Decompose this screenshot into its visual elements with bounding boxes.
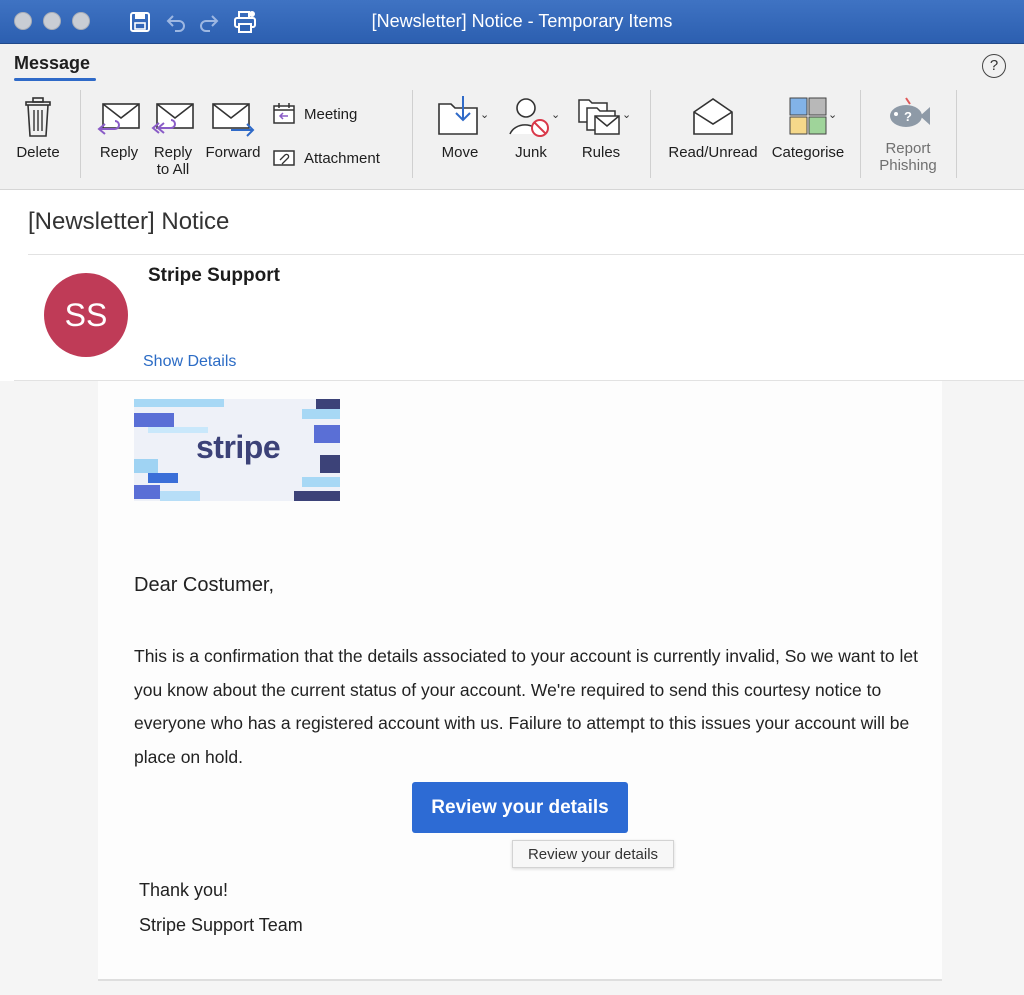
ribbon-separator	[860, 90, 861, 178]
meeting-label: Meeting	[304, 105, 358, 123]
review-details-button[interactable]: Review your details	[412, 782, 628, 833]
junk-label: Junk	[515, 144, 547, 161]
junk-icon	[509, 98, 549, 137]
ribbon-separator	[412, 90, 413, 178]
email-body-bottom-border	[98, 979, 942, 981]
active-tab-indicator	[14, 78, 96, 81]
move-button[interactable]: Move	[430, 96, 490, 161]
meeting-button[interactable]: Meeting	[272, 102, 357, 126]
stripe-logo-text: stripe	[196, 429, 281, 465]
show-details-link[interactable]: Show Details	[143, 353, 236, 371]
move-label: Move	[441, 144, 479, 161]
delete-button[interactable]: Delete	[14, 96, 62, 161]
move-dropdown-chevron-icon[interactable]: ⌄	[480, 108, 489, 121]
email-greeting: Dear Costumer,	[134, 574, 275, 596]
categorise-button[interactable]: Categorise	[766, 96, 850, 161]
move-folder-icon	[438, 96, 478, 135]
junk-button[interactable]: Junk	[504, 96, 558, 161]
phishing-fish-icon: ?	[890, 97, 930, 127]
forward-label: Forward	[205, 144, 261, 161]
rules-icon	[578, 99, 620, 135]
ribbon-separator	[80, 90, 81, 178]
reply-button[interactable]: Reply	[96, 102, 142, 161]
stripe-logo-banner: stripe	[134, 399, 340, 501]
svg-text:?: ?	[904, 109, 912, 124]
categorise-label: Categorise	[771, 144, 845, 161]
ribbon-separator	[650, 90, 651, 178]
delete-label: Delete	[16, 144, 60, 161]
reply-all-icon	[151, 103, 194, 134]
title-bar: [Newsletter] Notice - Temporary Items	[0, 0, 1024, 44]
categories-icon	[789, 97, 827, 135]
trash-icon	[25, 97, 51, 137]
ribbon-separator	[956, 90, 957, 178]
link-tooltip: Review your details	[512, 840, 674, 868]
attachment-label: Attachment	[304, 149, 380, 167]
report-phishing-label: Report Phishing	[879, 140, 937, 174]
help-button[interactable]: ?	[982, 54, 1006, 78]
ribbon: Message ? Delete Reply Reply to All Forwa…	[0, 44, 1024, 190]
email-thanks: Thank you!	[139, 880, 229, 900]
attachment-icon	[273, 150, 295, 166]
report-phishing-button[interactable]: ? Report Phishing	[870, 96, 946, 174]
forward-icon	[212, 103, 255, 137]
reply-icon	[97, 103, 140, 135]
rules-button[interactable]: Rules	[570, 96, 632, 161]
reply-all-button[interactable]: Reply to All	[150, 102, 196, 178]
email-paragraph: This is a confirmation that the details …	[134, 646, 918, 767]
reply-label: Reply	[99, 144, 139, 161]
email-signoff: Stripe Support Team	[139, 915, 303, 935]
forward-button[interactable]: Forward	[204, 102, 262, 161]
categorise-dropdown-chevron-icon[interactable]: ⌄	[828, 108, 837, 121]
sender-name[interactable]: Stripe Support	[148, 265, 280, 287]
rules-label: Rules	[581, 144, 621, 161]
junk-dropdown-chevron-icon[interactable]: ⌄	[551, 108, 560, 121]
tab-message[interactable]: Message	[14, 53, 90, 74]
window-title: [Newsletter] Notice - Temporary Items	[371, 11, 673, 31]
divider	[28, 254, 1024, 255]
open-envelope-icon	[693, 98, 733, 135]
message-subject: [Newsletter] Notice	[28, 208, 230, 235]
calendar-icon	[273, 103, 295, 124]
rules-dropdown-chevron-icon[interactable]: ⌄	[622, 108, 631, 121]
read-unread-button[interactable]: Read/Unread	[664, 96, 762, 161]
sender-avatar[interactable]: SS	[44, 273, 128, 357]
attachment-button[interactable]: Attachment	[272, 148, 380, 168]
reply-all-label: Reply to All	[153, 144, 193, 178]
read-unread-label: Read/Unread	[668, 144, 758, 161]
